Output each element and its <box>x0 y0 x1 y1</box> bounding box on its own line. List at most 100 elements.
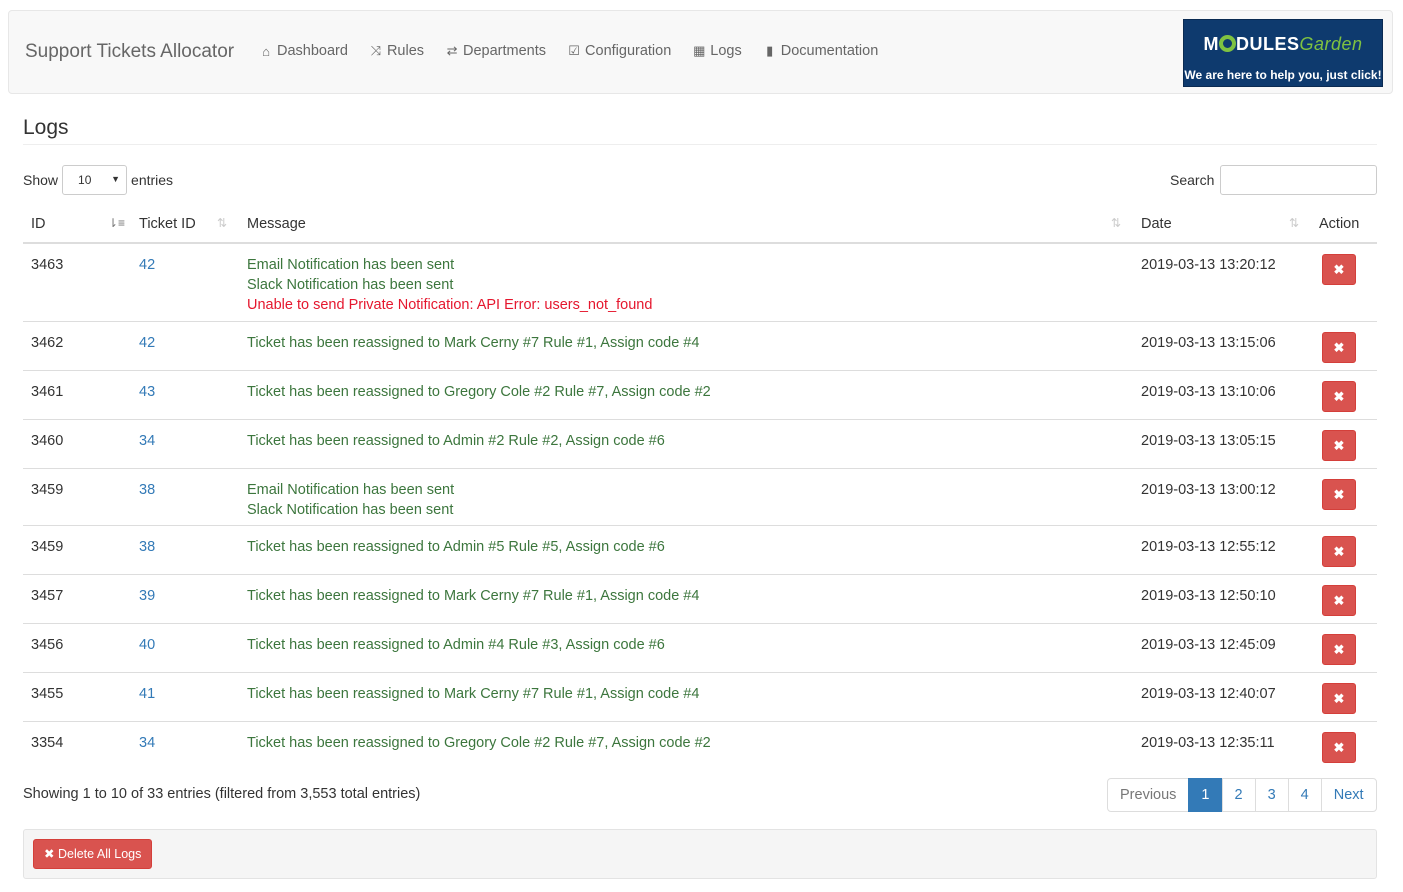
nav-label: Dashboard <box>277 43 348 59</box>
log-date: 2019-03-13 13:05:15 <box>1141 433 1276 449</box>
delete-log-button[interactable]: ✖ <box>1322 634 1356 665</box>
search-input[interactable] <box>1220 165 1378 195</box>
sort-icon[interactable]: ⇅ <box>1289 216 1299 230</box>
log-date: 2019-03-13 13:15:06 <box>1141 335 1276 351</box>
entries-length-select[interactable]: 10 ▼ <box>62 165 128 195</box>
nav-documentation[interactable]: ▮ Documentation <box>762 43 879 59</box>
times-icon: ✖ <box>1333 487 1345 502</box>
times-icon: ✖ <box>1333 740 1345 755</box>
message-line: Ticket has been reassigned to Mark Cerny… <box>247 686 700 702</box>
log-date: 2019-03-13 12:40:07 <box>1141 686 1276 702</box>
page-title: Logs <box>23 116 69 139</box>
sort-icon[interactable]: ⇅ <box>1111 216 1121 230</box>
log-date: 2019-03-13 13:20:12 <box>1141 257 1276 273</box>
book-icon: ▮ <box>766 43 774 58</box>
pagination-page-2[interactable]: 2 <box>1221 778 1256 812</box>
nav-departments[interactable]: ⇄ Departments <box>444 43 546 59</box>
message-line: Email Notification has been sent <box>247 257 455 273</box>
check-square-icon: ☑ <box>568 43 580 58</box>
nav-label: Documentation <box>780 43 879 59</box>
log-message: Email Notification has been sent Slack N… <box>247 480 454 520</box>
column-header-id[interactable]: ID <box>31 216 46 232</box>
nav-configuration[interactable]: ☑ Configuration <box>566 43 671 59</box>
title-divider <box>23 144 1377 145</box>
app-brand[interactable]: Support Tickets Allocator <box>25 41 234 63</box>
delete-log-button[interactable]: ✖ <box>1322 430 1356 461</box>
message-line: Slack Notification has been sent <box>247 277 454 293</box>
delete-log-button[interactable]: ✖ <box>1322 381 1356 412</box>
home-icon: ⌂ <box>262 43 270 59</box>
ticket-id-link[interactable]: 34 <box>139 431 155 451</box>
delete-log-button[interactable]: ✖ <box>1322 732 1356 763</box>
delete-log-button[interactable]: ✖ <box>1322 479 1356 510</box>
times-icon: ✖ <box>44 847 55 861</box>
nav-label: Departments <box>463 43 547 59</box>
message-line: Ticket has been reassigned to Gregory Co… <box>247 384 711 400</box>
nav-label: Configuration <box>585 43 672 59</box>
log-id: 3461 <box>31 384 64 400</box>
nav-rules[interactable]: ⤨ Rules <box>368 43 424 59</box>
times-icon: ✖ <box>1333 593 1345 608</box>
nav-dashboard[interactable]: ⌂ Dashboard <box>258 43 348 59</box>
column-header-ticket-id[interactable]: Ticket ID <box>139 216 196 232</box>
length-value: 10 <box>78 173 92 187</box>
log-id: 3463 <box>31 257 64 273</box>
ticket-id-link[interactable]: 38 <box>139 537 155 557</box>
delete-log-button[interactable]: ✖ <box>1322 585 1356 616</box>
log-id: 3354 <box>31 735 64 751</box>
ticket-id-link[interactable]: 41 <box>139 684 155 704</box>
entries-length-control: Show 10 ▼ entries <box>23 165 173 195</box>
log-id: 3459 <box>31 539 64 555</box>
ticket-id-link[interactable]: 42 <box>139 255 155 275</box>
ticket-id-link[interactable]: 34 <box>139 733 155 753</box>
times-icon: ✖ <box>1333 691 1345 706</box>
message-line: Ticket has been reassigned to Gregory Co… <box>247 735 711 751</box>
log-date: 2019-03-13 13:00:12 <box>1141 482 1276 498</box>
table-row: 3457 39 Ticket has been reassigned to Ma… <box>23 575 1377 624</box>
sort-desc-icon[interactable]: ⇂≡ <box>108 216 125 230</box>
delete-log-button[interactable]: ✖ <box>1322 536 1356 567</box>
nav-logs[interactable]: ▦ Logs <box>691 43 742 59</box>
delete-all-logs-button[interactable]: ✖ Delete All Logs <box>33 839 153 869</box>
ticket-id-link[interactable]: 39 <box>139 586 155 606</box>
log-date: 2019-03-13 12:50:10 <box>1141 588 1276 604</box>
delete-log-button[interactable]: ✖ <box>1322 683 1356 714</box>
pagination-page-1[interactable]: 1 <box>1188 778 1223 812</box>
search-control: Search <box>1170 165 1378 195</box>
log-message: Ticket has been reassigned to Mark Cerny… <box>247 684 699 704</box>
ticket-id-link[interactable]: 40 <box>139 635 155 655</box>
search-label: Search <box>1170 172 1215 188</box>
log-id: 3456 <box>31 637 64 653</box>
delete-log-button[interactable]: ✖ <box>1322 254 1356 285</box>
pagination-page-3[interactable]: 3 <box>1254 778 1289 812</box>
table-row: 3354 34 Ticket has been reassigned to Gr… <box>23 722 1377 771</box>
column-header-message[interactable]: Message <box>247 216 306 232</box>
times-icon: ✖ <box>1333 544 1345 559</box>
table-header: ID ⇂≡ Ticket ID ⇅ Message ⇅ Date ⇅ Actio… <box>23 205 1377 244</box>
table-row: 3462 42 Ticket has been reassigned to Ma… <box>23 322 1377 371</box>
log-date: 2019-03-13 13:10:06 <box>1141 384 1276 400</box>
ticket-id-link[interactable]: 38 <box>139 480 155 500</box>
ticket-id-link[interactable]: 43 <box>139 382 155 402</box>
caret-down-icon: ▼ <box>111 174 121 184</box>
log-message: Ticket has been reassigned to Admin #5 R… <box>247 537 665 557</box>
nav-label: Logs <box>710 43 742 59</box>
calendar-icon: ▦ <box>693 43 706 58</box>
log-message: Ticket has been reassigned to Gregory Co… <box>247 382 711 402</box>
log-date: 2019-03-13 12:55:12 <box>1141 539 1276 555</box>
message-line: Email Notification has been sent <box>247 482 455 498</box>
message-line: Ticket has been reassigned to Admin #2 R… <box>247 433 665 449</box>
table-row: 3463 42 Email Notification has been sent… <box>23 244 1377 322</box>
pagination-page-4[interactable]: 4 <box>1287 778 1322 812</box>
main-nav: ⌂ Dashboard ⤨ Rules ⇄ Departments ☑ Conf… <box>258 43 898 59</box>
column-header-date[interactable]: Date <box>1141 216 1172 232</box>
delete-log-button[interactable]: ✖ <box>1322 332 1356 363</box>
sort-icon[interactable]: ⇅ <box>217 216 227 230</box>
modulesgarden-logo[interactable]: M DULESGarden We are here to help you, ju… <box>1183 19 1383 87</box>
pagination-previous[interactable]: Previous <box>1107 778 1190 812</box>
logo-tagline: We are here to help you, just click! <box>1184 68 1382 82</box>
table-info: Showing 1 to 10 of 33 entries (filtered … <box>23 786 421 802</box>
ticket-id-link[interactable]: 42 <box>139 333 155 353</box>
pagination-next[interactable]: Next <box>1320 778 1377 812</box>
log-message: Ticket has been reassigned to Mark Cerny… <box>247 586 699 606</box>
